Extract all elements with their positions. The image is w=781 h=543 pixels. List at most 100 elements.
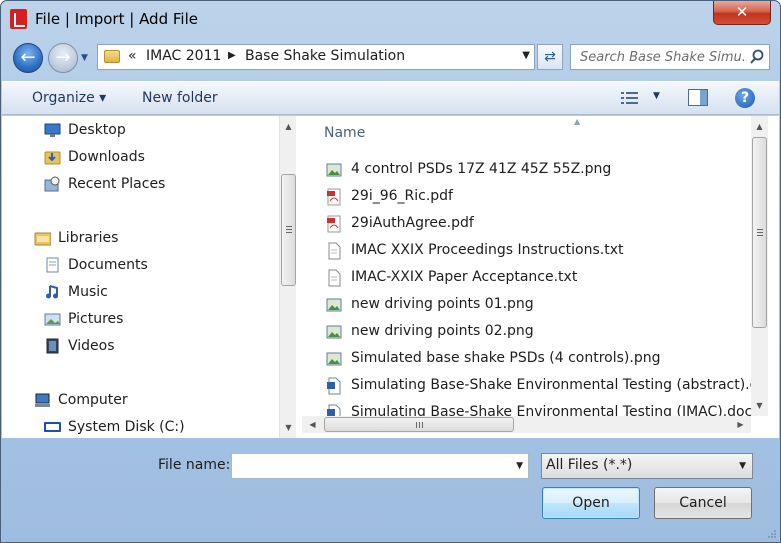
file-row[interactable]: Simulating Base-Shake Environmental Test… [324,402,752,416]
file-row[interactable]: Simulated base shake PSDs (4 controls).p… [324,348,752,370]
window-title: File | Import | Add File [35,10,198,28]
image-file-icon [326,163,342,177]
file-list-pane: ▲ Name 4 control PSDs 17Z 41Z 45Z 55Z.pn… [302,116,779,438]
file-name-dropdown-icon[interactable]: ▼ [516,461,523,471]
file-row[interactable]: new driving points 02.png [324,321,752,343]
breadcrumb-segment[interactable]: IMAC 2011 [146,48,221,64]
refresh-icon: ⇄ [544,49,556,65]
file-name: new driving points 01.png [351,296,534,312]
content-area: Desktop Downloads Recent Places Librarie… [2,116,779,438]
scroll-left-arrow-icon[interactable]: ◀ [304,416,321,433]
file-name: 29iAuthAgree.pdf [351,215,474,231]
file-name-combobox[interactable]: ▼ [231,453,529,479]
address-bar[interactable]: « IMAC 2011 ▶ Base Shake Simulation ▼ [97,44,535,70]
app-icon [10,9,27,29]
documents-icon [46,257,59,273]
file-list-horizontal-scrollbar[interactable]: ◀ ▶ [302,416,751,433]
file-name: Simulating Base-Shake Environmental Test… [351,404,752,416]
libraries-icon [34,232,51,246]
search-input[interactable] [571,45,747,69]
search-box[interactable] [570,44,770,70]
scroll-down-arrow-icon[interactable]: ▼ [751,397,768,414]
folder-icon [104,50,120,63]
image-file-icon [326,325,342,339]
computer-icon [35,393,50,407]
breadcrumb-overflow[interactable]: « [128,48,137,64]
address-dropdown-icon[interactable]: ▼ [522,50,530,61]
word-document-icon [327,404,341,416]
desktop-icon [44,123,61,137]
word-document-icon [327,377,341,395]
close-button[interactable]: ✕ [713,1,771,25]
file-name-input[interactable] [232,454,507,478]
refresh-button[interactable]: ⇄ [537,44,563,70]
scroll-up-arrow-icon[interactable]: ▲ [280,118,297,135]
forward-arrow-icon: → [55,47,71,68]
file-list-vertical-scrollbar[interactable]: ▲ ▼ [751,116,768,416]
scrollbar-thumb[interactable] [752,137,767,328]
file-name: 4 control PSDs 17Z 41Z 45Z 55Z.png [351,161,612,177]
file-name: new driving points 02.png [351,323,534,339]
image-file-icon [326,298,342,312]
sidebar-item-label: Computer [58,392,128,408]
command-toolbar: Organize ▾ New folder ▼ ? [2,81,779,115]
sidebar-item-label: Desktop [68,122,126,138]
file-name: Simulating Base-Shake Environmental Test… [351,377,752,393]
title-bar: File | Import | Add File ✕ [1,1,780,37]
new-folder-button[interactable]: New folder [142,90,218,106]
sidebar-item-label: Downloads [68,149,145,165]
file-row[interactable]: IMAC-XXIX Paper Acceptance.txt [324,267,752,289]
file-name: IMAC XXIX Proceedings Instructions.txt [351,242,624,258]
open-button[interactable]: Open [542,487,640,519]
breadcrumb-segment[interactable]: Base Shake Simulation [245,48,405,64]
sort-ascending-icon: ▲ [574,117,581,126]
file-type-dropdown-icon[interactable]: ▼ [739,461,746,471]
file-row[interactable]: 4 control PSDs 17Z 41Z 45Z 55Z.png [324,159,752,181]
view-options-icon[interactable] [621,91,639,105]
file-row[interactable]: 29iAuthAgree.pdf [324,213,752,235]
forward-button[interactable]: → [48,43,78,73]
resize-grip-icon[interactable] [767,529,777,539]
pdf-file-icon [327,215,341,233]
scroll-up-arrow-icon[interactable]: ▲ [751,118,768,135]
file-type-select[interactable]: All Files (*.*) ▼ [541,453,753,479]
sidebar-item-label: Videos [68,338,115,354]
music-icon [46,285,58,299]
sidebar-item-label: Documents [68,257,148,273]
scrollbar-thumb[interactable] [324,417,514,432]
text-file-icon [328,242,341,260]
file-name: 29i_96_Ric.pdf [351,188,453,204]
drive-icon [44,422,61,432]
organize-button[interactable]: Organize ▾ [32,90,106,106]
back-button[interactable]: ← [13,43,43,73]
scroll-down-arrow-icon[interactable]: ▼ [280,419,297,436]
downloads-folder-icon [44,151,61,165]
videos-icon [46,338,59,354]
navigation-scrollbar[interactable]: ▲ ▼ [279,116,296,438]
file-row[interactable]: Simulating Base-Shake Environmental Test… [324,375,752,397]
file-row[interactable]: IMAC XXIX Proceedings Instructions.txt [324,240,752,262]
column-header-name[interactable]: Name [324,125,365,141]
sidebar-item-label: Libraries [58,230,119,246]
help-icon[interactable]: ? [735,88,755,108]
image-file-icon [326,352,342,366]
file-row[interactable]: 29i_96_Ric.pdf [324,186,752,208]
scrollbar-thumb[interactable] [281,174,296,286]
pictures-icon [44,313,61,326]
view-dropdown-icon[interactable]: ▼ [653,91,660,101]
pdf-file-icon [327,188,341,206]
sidebar-item-label: Music [68,284,108,300]
file-name: IMAC-XXIX Paper Acceptance.txt [351,269,578,285]
back-arrow-icon: ← [20,47,36,68]
search-icon[interactable] [749,49,765,65]
sidebar-item-label: Pictures [68,311,124,327]
cancel-button[interactable]: Cancel [654,487,752,519]
file-type-value: All Files (*.*) [546,457,633,473]
scroll-right-arrow-icon[interactable]: ▶ [732,416,749,433]
file-row[interactable]: new driving points 01.png [324,294,752,316]
history-dropdown-icon[interactable]: ▼ [81,52,93,64]
breadcrumb-separator-icon[interactable]: ▶ [228,50,236,61]
text-file-icon [328,269,341,287]
file-name-label: File name: [158,457,231,473]
preview-pane-icon[interactable] [688,89,708,106]
